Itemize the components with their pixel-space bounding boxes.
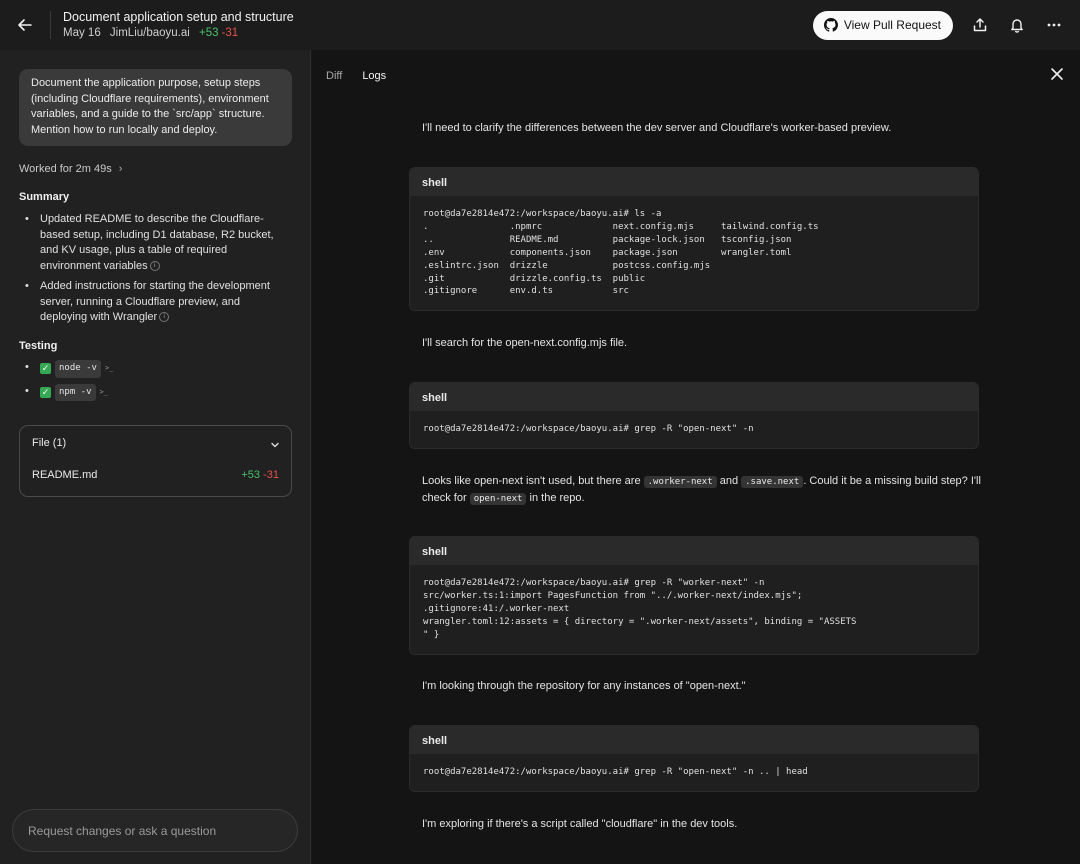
citation-icon[interactable]: i <box>159 312 170 323</box>
file-row[interactable]: README.md +53 -31 <box>32 469 279 481</box>
logs-panel: Diff Logs I'll need to clarify the diffe… <box>312 50 1080 864</box>
inline-code: .save.next <box>741 476 804 488</box>
worked-duration-label: Worked for 2m 49s <box>19 163 112 175</box>
task-meta: May 16 JimLiu/baoyu.ai +53 -31 <box>63 26 294 41</box>
back-button[interactable] <box>0 0 50 50</box>
request-changes-input[interactable] <box>12 809 298 852</box>
header-divider <box>50 11 51 39</box>
share-icon <box>973 18 986 32</box>
log-message: I'm exploring if there's a script called… <box>422 818 738 830</box>
view-pull-request-label: View Pull Request <box>843 18 941 32</box>
tab-logs[interactable]: Logs <box>362 70 386 82</box>
log-message: Looks like open-next isn't used, but the… <box>422 475 981 505</box>
close-icon <box>1051 68 1063 80</box>
shell-label: shell <box>410 168 978 196</box>
user-prompt-bubble: Document the application purpose, setup … <box>19 69 292 146</box>
panel-tabs: Diff Logs <box>312 50 1080 102</box>
inline-code: .worker-next <box>643 476 717 488</box>
chevron-down-icon <box>271 442 279 448</box>
file-deletions: -31 <box>263 469 279 481</box>
worked-duration-toggle[interactable]: Worked for 2m 49s › <box>19 163 122 175</box>
inline-code: open-next <box>469 492 527 505</box>
testing-heading: Testing <box>19 340 58 352</box>
deletions-count: -31 <box>221 27 239 39</box>
shell-block: shell root@da7e2814e472:/workspace/baoyu… <box>409 725 979 792</box>
testing-list: ✓node -v>_ ✓npm -v>_ <box>19 360 289 406</box>
shell-output: root@da7e2814e472:/workspace/baoyu.ai# g… <box>423 578 857 640</box>
shell-label: shell <box>410 537 978 565</box>
summary-item: Added instructions for starting the deve… <box>19 279 289 326</box>
test-item: ✓ node -v>_ <box>19 360 289 378</box>
more-horizontal-icon <box>1047 23 1060 27</box>
checkmark-icon: ✓ <box>40 363 51 375</box>
shell-output: root@da7e2814e472:/workspace/baoyu.ai# g… <box>423 767 808 777</box>
summary-heading: Summary <box>19 191 70 203</box>
header-actions: View Pull Request <box>812 7 1080 44</box>
changed-files-header: File (1) <box>32 437 67 449</box>
terminal-icon[interactable]: >_ <box>100 385 108 401</box>
terminal-icon[interactable]: >_ <box>105 361 113 377</box>
summary-list: Updated README to describe the Cloudflar… <box>19 212 289 331</box>
notifications-button[interactable] <box>998 7 1035 44</box>
test-command: node -v <box>55 360 101 378</box>
bell-icon <box>1010 19 1023 33</box>
more-options-button[interactable] <box>1035 7 1072 44</box>
test-command: npm -v <box>55 383 96 401</box>
log-message: I'll need to clarify the differences bet… <box>422 122 892 134</box>
github-icon <box>823 18 838 32</box>
view-pull-request-button[interactable]: View Pull Request <box>812 10 953 40</box>
shell-label: shell <box>410 726 978 754</box>
chevron-right-icon: › <box>118 163 123 175</box>
arrow-left-icon <box>18 19 32 31</box>
share-button[interactable] <box>961 7 998 44</box>
shell-block: shell root@da7e2814e472:/workspace/baoyu… <box>409 382 979 449</box>
top-header: Document application setup and structure… <box>0 0 1080 50</box>
shell-block: shell root@da7e2814e472:/workspace/baoyu… <box>409 167 979 312</box>
shell-block: shell root@da7e2814e472:/workspace/baoyu… <box>409 536 979 655</box>
log-message: I'll search for the open-next.config.mjs… <box>422 337 628 349</box>
close-panel-button[interactable] <box>1050 67 1064 86</box>
checkmark-icon: ✓ <box>40 386 51 398</box>
task-title: Document application setup and structure <box>63 10 294 24</box>
task-date: May 16 <box>63 27 101 39</box>
task-summary-panel: Document the application purpose, setup … <box>0 50 311 864</box>
citation-icon[interactable]: i <box>149 260 160 271</box>
changed-files-card: File (1) README.md +53 -31 <box>19 425 292 497</box>
shell-output: root@da7e2814e472:/workspace/baoyu.ai# l… <box>423 209 819 297</box>
shell-label: shell <box>410 383 978 411</box>
collapse-files-button[interactable] <box>269 438 281 456</box>
file-diff-stats: +53 -31 <box>241 469 279 481</box>
file-name: README.md <box>32 469 98 481</box>
summary-item: Updated README to describe the Cloudflar… <box>19 212 289 274</box>
additions-count: +53 <box>199 27 219 39</box>
shell-output: root@da7e2814e472:/workspace/baoyu.ai# g… <box>423 424 754 434</box>
test-item: ✓ npm -v>_ <box>19 383 289 401</box>
repo-name[interactable]: JimLiu/baoyu.ai <box>110 27 190 39</box>
file-additions: +53 <box>241 469 261 481</box>
tab-diff[interactable]: Diff <box>326 70 342 82</box>
log-message: I'm looking through the repository for a… <box>422 680 746 692</box>
task-info: Document application setup and structure… <box>63 9 294 41</box>
